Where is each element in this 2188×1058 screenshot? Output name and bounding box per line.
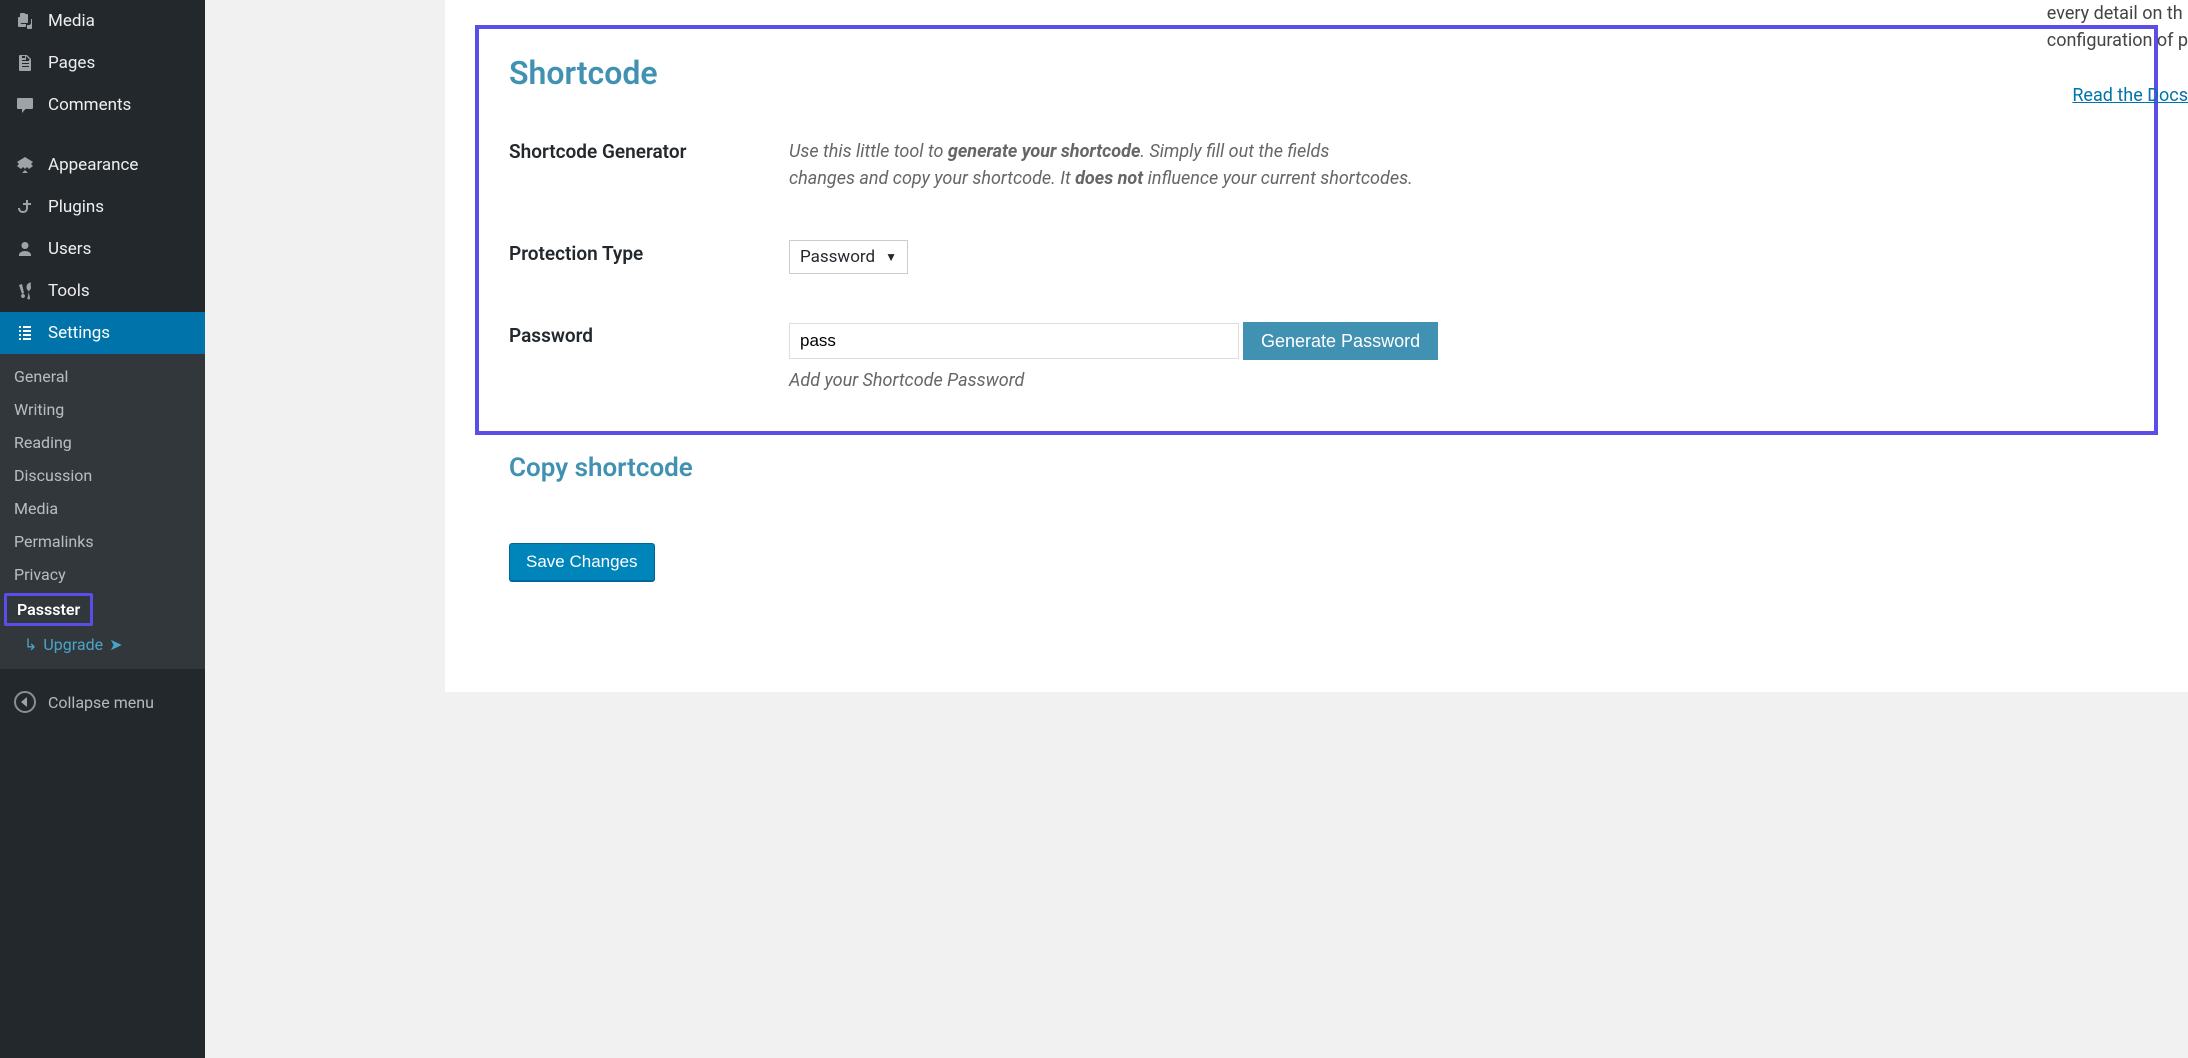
submenu-writing[interactable]: Writing <box>0 393 205 426</box>
label-shortcode-generator: Shortcode Generator <box>509 138 789 163</box>
save-changes-button[interactable]: Save Changes <box>509 543 655 581</box>
settings-icon <box>14 322 36 344</box>
users-icon <box>14 238 36 260</box>
submenu-privacy[interactable]: Privacy <box>0 558 205 591</box>
blurb-line-2: configuration of p <box>2047 27 2188 54</box>
menu-appearance[interactable]: Appearance <box>0 144 205 186</box>
generate-password-button[interactable]: Generate Password <box>1243 322 1438 360</box>
upgrade-indent-icon: ↳ <box>24 635 37 654</box>
shortcode-panel: Shortcode Shortcode Generator Use this l… <box>475 25 2158 435</box>
comments-icon <box>14 94 36 116</box>
main-content: every detail on th configuration of p Re… <box>205 0 2188 1058</box>
menu-label: Pages <box>48 53 95 73</box>
menu-label: Tools <box>48 281 90 301</box>
menu-label: Users <box>48 239 91 259</box>
upgrade-arrow-icon: ➤ <box>109 635 122 654</box>
pages-icon <box>14 52 36 74</box>
submenu-upgrade[interactable]: ↳ Upgrade ➤ <box>0 628 205 661</box>
submenu-media[interactable]: Media <box>0 492 205 525</box>
content-card: every detail on th configuration of p Re… <box>445 0 2188 692</box>
plugins-icon <box>14 196 36 218</box>
blurb-line-1: every detail on th <box>2047 0 2188 27</box>
password-help-text: Add your Shortcode Password <box>789 370 2124 391</box>
admin-sidebar: Media Pages Comments Appearance Pl <box>0 0 205 1058</box>
row-protection-type: Protection Type Password ▼ <box>509 240 2124 274</box>
menu-comments[interactable]: Comments <box>0 84 205 126</box>
copy-shortcode-heading: Copy shortcode <box>509 453 2158 483</box>
select-value: Password <box>800 247 875 267</box>
menu-label: Appearance <box>48 155 138 175</box>
generator-description: Use this little tool to generate your sh… <box>789 138 2124 192</box>
submenu-general[interactable]: General <box>0 360 205 393</box>
password-input[interactable] <box>789 323 1239 359</box>
menu-label: Plugins <box>48 197 104 217</box>
row-shortcode-generator: Shortcode Generator Use this little tool… <box>509 138 2124 192</box>
menu-label: Media <box>48 11 95 31</box>
collapse-label: Collapse menu <box>48 693 154 712</box>
menu-pages[interactable]: Pages <box>0 42 205 84</box>
panel-title: Shortcode <box>509 54 2124 92</box>
menu-tools[interactable]: Tools <box>0 270 205 312</box>
menu-label: Comments <box>48 95 131 115</box>
collapse-menu[interactable]: Collapse menu <box>0 679 205 725</box>
menu-plugins[interactable]: Plugins <box>0 186 205 228</box>
submenu-permalinks[interactable]: Permalinks <box>0 525 205 558</box>
media-icon <box>14 10 36 32</box>
top-blurb: every detail on th configuration of p Re… <box>2047 0 2188 109</box>
submenu-reading[interactable]: Reading <box>0 426 205 459</box>
upgrade-label: Upgrade <box>43 635 103 654</box>
protection-type-select[interactable]: Password ▼ <box>789 240 908 274</box>
collapse-icon <box>14 691 36 713</box>
label-protection-type: Protection Type <box>509 240 789 265</box>
menu-label: Settings <box>48 323 110 343</box>
submenu-passster[interactable]: Passster <box>4 593 93 626</box>
submenu-discussion[interactable]: Discussion <box>0 459 205 492</box>
menu-settings[interactable]: Settings <box>0 312 205 354</box>
chevron-down-icon: ▼ <box>885 250 897 264</box>
row-password: Password Generate Password Add your Shor… <box>509 322 2124 391</box>
menu-users[interactable]: Users <box>0 228 205 270</box>
tools-icon <box>14 280 36 302</box>
settings-submenu: General Writing Reading Discussion Media… <box>0 354 205 669</box>
label-password: Password <box>509 322 789 347</box>
appearance-icon <box>14 154 36 176</box>
read-docs-link[interactable]: Read the Docs <box>2047 82 2188 109</box>
menu-media[interactable]: Media <box>0 0 205 42</box>
